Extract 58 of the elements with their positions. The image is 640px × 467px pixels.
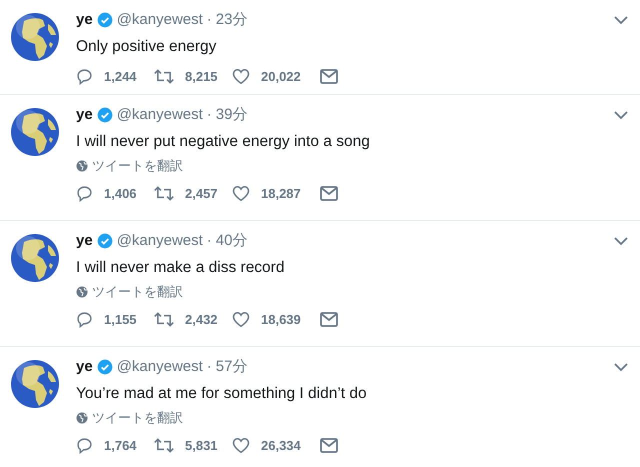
user-handle[interactable]: @kanyewest [116, 9, 203, 32]
timestamp[interactable]: 23分 [216, 9, 248, 32]
globe-icon [10, 359, 60, 409]
retweet-icon [154, 68, 174, 85]
mail-icon[interactable] [320, 438, 338, 453]
reply-button[interactable]: 1,764 [76, 436, 154, 455]
like-button[interactable]: 20,022 [232, 66, 320, 86]
retweet-button[interactable]: 2,432 [154, 310, 232, 329]
timestamp[interactable]: 39分 [216, 104, 248, 126]
globe-icon [10, 233, 60, 283]
retweet-icon [154, 436, 174, 454]
reply-button[interactable]: 1,244 [76, 66, 154, 86]
heart-icon [232, 436, 250, 454]
retweet-icon [154, 310, 174, 328]
user-name[interactable]: ye [76, 356, 93, 378]
translate-link[interactable]: ツイートを翻訳 [92, 156, 183, 174]
user-handle[interactable]: @kanyewest [116, 104, 203, 126]
reply-icon [76, 184, 93, 202]
mail-icon[interactable] [320, 186, 338, 201]
reply-icon [76, 310, 93, 328]
timestamp[interactable]: 40分 [216, 230, 248, 252]
reply-button[interactable]: 1,406 [76, 184, 154, 203]
reply-icon [76, 68, 93, 85]
separator-dot: · [206, 105, 212, 125]
retweet-button[interactable]: 2,457 [154, 184, 232, 203]
heart-icon [232, 184, 250, 202]
like-button[interactable]: 18,639 [232, 310, 320, 329]
globe-icon [10, 107, 60, 157]
retweet-button[interactable]: 8,215 [154, 66, 232, 86]
timestamp[interactable]: 57分 [216, 356, 248, 378]
like-button[interactable]: 18,287 [232, 184, 320, 203]
separator-dot: · [206, 231, 212, 251]
user-handle[interactable]: @kanyewest [116, 356, 203, 378]
user-name[interactable]: ye [76, 9, 93, 32]
tweet-text: You’re mad at me for something I didn’t do [76, 384, 368, 404]
retweet-icon [154, 184, 174, 202]
tweet-text: I will never make a diss record [76, 258, 286, 278]
globe-icon [76, 286, 88, 298]
reply-icon [76, 436, 93, 454]
translate-link[interactable]: ツイートを翻訳 [92, 408, 183, 426]
user-name[interactable]: ye [76, 230, 93, 252]
globe-icon [76, 412, 88, 424]
globe-icon [10, 12, 60, 62]
separator-dot: · [206, 357, 212, 377]
mail-icon[interactable] [320, 312, 338, 327]
tweet-text: Only positive energy [76, 36, 218, 56]
heart-icon [232, 68, 250, 85]
translate-link[interactable]: ツイートを翻訳 [92, 282, 183, 300]
mail-icon[interactable] [320, 68, 338, 84]
user-handle[interactable]: @kanyewest [116, 230, 203, 252]
separator-dot: · [206, 10, 212, 30]
user-name[interactable]: ye [76, 104, 93, 126]
tweet-text: I will never put negative energy into a song [76, 132, 371, 152]
globe-icon [76, 160, 88, 172]
heart-icon [232, 310, 250, 328]
reply-button[interactable]: 1,155 [76, 310, 154, 329]
like-button[interactable]: 26,334 [232, 436, 320, 455]
retweet-button[interactable]: 5,831 [154, 436, 232, 455]
